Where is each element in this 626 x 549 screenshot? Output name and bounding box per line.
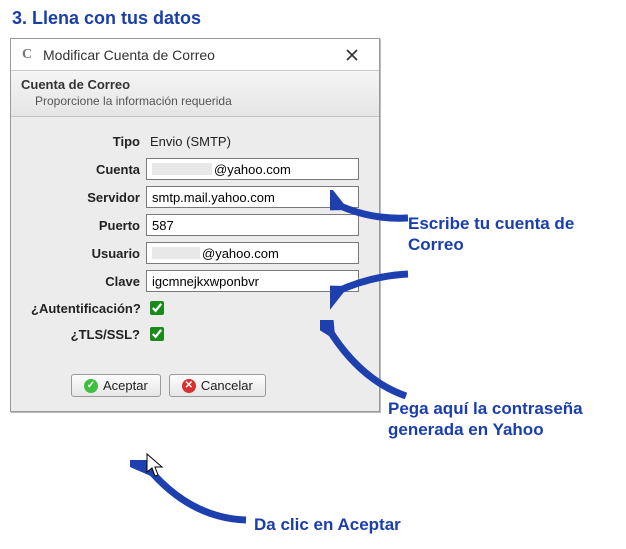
checkbox-tls[interactable] [150, 327, 164, 341]
section-header: Cuenta de Correo Proporcione la informac… [11, 71, 379, 117]
input-cuenta[interactable]: @yahoo.com [146, 158, 359, 180]
label-usuario: Usuario [31, 246, 146, 261]
label-auth: ¿Autentificación? [31, 301, 146, 316]
input-puerto[interactable] [146, 214, 359, 236]
annotation-accept: Da clic en Aceptar [254, 514, 401, 535]
row-puerto: Puerto [31, 214, 359, 236]
cuenta-suffix: @yahoo.com [214, 162, 291, 177]
row-tipo: Tipo Envio (SMTP) [31, 131, 359, 152]
step-title: 3. Llena con tus datos [0, 0, 626, 33]
label-servidor: Servidor [31, 190, 146, 205]
cancel-label: Cancelar [201, 378, 253, 393]
section-title: Cuenta de Correo [21, 77, 369, 92]
arrow-to-accept [130, 460, 250, 530]
app-icon: C [19, 47, 35, 63]
label-cuenta: Cuenta [31, 162, 146, 177]
value-tipo: Envio (SMTP) [146, 131, 235, 152]
dialog-modificar-cuenta: C Modificar Cuenta de Correo Cuenta de C… [10, 38, 380, 412]
row-clave: Clave [31, 270, 359, 292]
label-tls: ¿TLS/SSL? [31, 327, 146, 342]
section-subtitle: Proporcione la información requerida [21, 94, 369, 108]
check-icon: ✓ [84, 379, 98, 393]
form-area: Tipo Envio (SMTP) Cuenta @yahoo.com Serv… [11, 117, 379, 360]
x-icon: ✕ [182, 379, 196, 393]
close-button[interactable] [331, 42, 373, 68]
row-auth: ¿Autentificación? [31, 298, 359, 318]
input-clave[interactable] [146, 270, 359, 292]
row-tls: ¿TLS/SSL? [31, 324, 359, 344]
label-tipo: Tipo [31, 134, 146, 149]
label-puerto: Puerto [31, 218, 146, 233]
redacted-cuenta [152, 163, 212, 175]
input-servidor[interactable] [146, 186, 359, 208]
close-icon [346, 49, 358, 61]
checkbox-auth[interactable] [150, 301, 164, 315]
annotation-clave: Pega aquí la contraseña generada en Yaho… [388, 398, 618, 441]
redacted-usuario [152, 247, 200, 259]
annotation-cuenta: Escribe tu cuenta de Correo [408, 213, 608, 256]
accept-label: Aceptar [103, 378, 148, 393]
input-usuario[interactable]: @yahoo.com [146, 242, 359, 264]
row-usuario: Usuario @yahoo.com [31, 242, 359, 264]
button-row: ✓ Aceptar ✕ Cancelar [11, 360, 379, 411]
row-servidor: Servidor [31, 186, 359, 208]
label-clave: Clave [31, 274, 146, 289]
row-cuenta: Cuenta @yahoo.com [31, 158, 359, 180]
accept-button[interactable]: ✓ Aceptar [71, 374, 161, 397]
dialog-title: Modificar Cuenta de Correo [43, 47, 331, 63]
titlebar: C Modificar Cuenta de Correo [11, 39, 379, 71]
cursor-icon [145, 452, 165, 478]
usuario-suffix: @yahoo.com [202, 246, 279, 261]
cancel-button[interactable]: ✕ Cancelar [169, 374, 266, 397]
